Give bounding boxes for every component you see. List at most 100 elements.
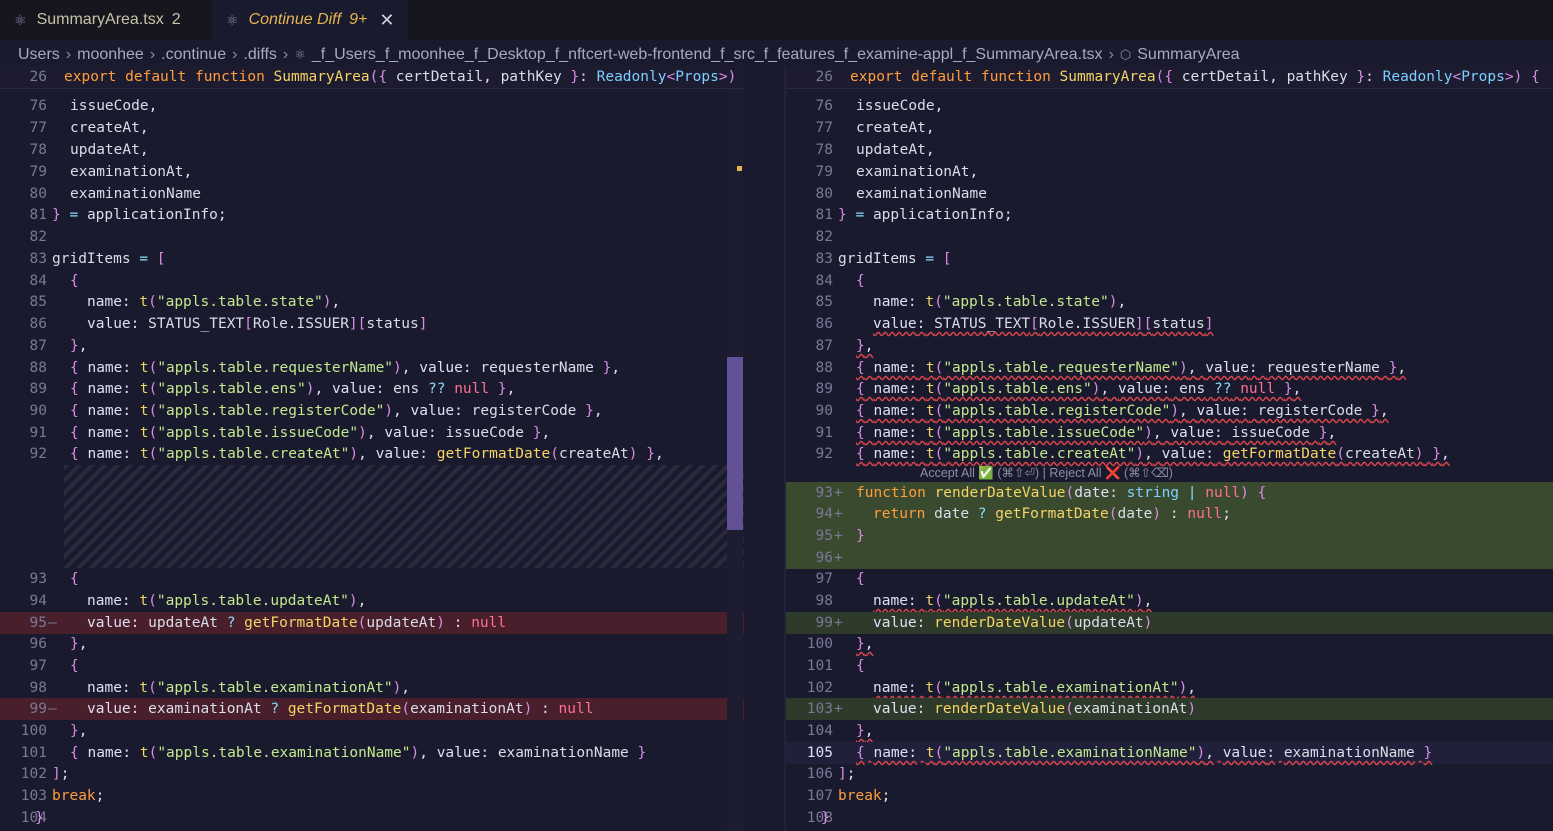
modified-code-line[interactable]: 94 + return date ? getFormatDate(date) : n… (786, 503, 1553, 525)
code-text: }, (856, 338, 874, 354)
problem-count-badge: 9+ (349, 11, 368, 28)
breadcrumb-item[interactable]: Users (18, 46, 60, 64)
original-code-line[interactable]: 101 { name: t("appls.table.examinationNam… (0, 742, 744, 764)
original-code-line[interactable]: 104} (0, 807, 744, 829)
scroll-slider[interactable] (727, 357, 743, 530)
code-text: }, (70, 338, 88, 354)
original-code-line[interactable]: 95— value: updateAt ? getFormatDate(updat… (0, 612, 744, 634)
modified-code-line[interactable]: 93 + function renderDateValue(date: string… (786, 482, 1553, 504)
reject-all-button[interactable]: Reject All ❌ (⌘⇧⌫) (1049, 466, 1173, 480)
original-code-line[interactable]: 80 examinationName (0, 183, 744, 205)
original-code-line[interactable]: 84 { (0, 270, 744, 292)
modified-code-line[interactable]: 84 { (786, 270, 1553, 292)
tab-continue-diff[interactable]: ⚛ Continue Diff 9+ ✕ (212, 0, 409, 40)
modified-code-line[interactable]: 97 { (786, 568, 1553, 590)
modified-code-line[interactable]: 86 value: STATUS_TEXT[Role.ISSUER][status… (786, 313, 1553, 335)
code-text: { (856, 273, 865, 289)
modified-code-line[interactable]: 90 { name: t("appls.table.registerCode"),… (786, 400, 1553, 422)
modified-code-line[interactable]: 80 examinationName (786, 183, 1553, 205)
original-code-line[interactable]: 96}, (0, 633, 744, 655)
modified-code-line[interactable]: 100}, (786, 633, 1553, 655)
line-number: 84 (29, 273, 47, 289)
modified-code-line[interactable]: 82 (786, 226, 1553, 248)
code-text: function renderDateValue(date: string | … (856, 485, 1267, 501)
sticky-scroll-line[interactable]: 26 export default function SummaryArea({ … (786, 66, 1553, 89)
code-text: gridItems = [ (838, 251, 952, 267)
overview-ruler[interactable] (727, 66, 743, 831)
modified-code-line[interactable]: 81} = applicationInfo; (786, 204, 1553, 226)
modified-code-line[interactable]: 102 name: t("appls.table.examinationAt"), (786, 677, 1553, 699)
original-editor[interactable]: 26 export default function SummaryArea({ … (0, 66, 744, 831)
modified-editor[interactable]: 26 export default function SummaryArea({ … (786, 66, 1553, 831)
modified-code-line[interactable]: 96 + (786, 547, 1553, 569)
breadcrumb-symbol[interactable]: SummaryArea (1137, 46, 1239, 64)
original-code-line[interactable]: 92 { name: t("appls.table.createAt"), val… (0, 443, 744, 465)
code-text: { name: t("appls.table.issueCode"), valu… (856, 425, 1337, 441)
tab-summary-area[interactable]: ⚛ SummaryArea.tsx 2 (0, 0, 212, 40)
modified-code-line[interactable]: 104}, (786, 720, 1553, 742)
modified-code-line[interactable]: 91 { name: t("appls.table.issueCode"), va… (786, 422, 1553, 444)
original-code-line[interactable]: 103 break; (0, 785, 744, 807)
original-code-line[interactable]: 99— value: examinationAt ? getFormatDate(… (0, 698, 744, 720)
modified-code-line[interactable]: 106]; (786, 763, 1553, 785)
original-code-line[interactable]: 88 { name: t("appls.table.requesterName")… (0, 357, 744, 379)
original-code-line[interactable]: 85 name: t("appls.table.state"), (0, 291, 744, 313)
modified-code-line[interactable]: 89 { name: t("appls.table.ens"), value: e… (786, 378, 1553, 400)
modified-code-line[interactable]: 95 +} (786, 525, 1553, 547)
original-code-line[interactable]: 93 { (0, 568, 744, 590)
original-code-line[interactable]: 83 gridItems = [ (0, 248, 744, 270)
line-number: 88 (29, 360, 47, 376)
line-number: 76 (29, 98, 47, 114)
close-icon[interactable]: ✕ (379, 10, 394, 31)
chevron-right-icon: › (232, 46, 238, 63)
modified-code-line[interactable]: 79 examinationAt, (786, 161, 1553, 183)
code-text: { (70, 571, 79, 587)
accept-all-button[interactable]: Accept All ✅ (⌘⇧⏎) (920, 466, 1039, 480)
breadcrumb-item[interactable]: moonhee (77, 46, 144, 64)
original-code-line[interactable]: 89 { name: t("appls.table.ens"), value: e… (0, 378, 744, 400)
original-code-line[interactable]: 78 updateAt, (0, 139, 744, 161)
modified-code-line[interactable]: 105 { name: t("appls.table.examinationNam… (786, 742, 1553, 764)
original-code-line[interactable]: 100}, (0, 720, 744, 742)
modified-code-line[interactable]: 92 { name: t("appls.table.createAt"), val… (786, 443, 1553, 465)
diff-placeholder-hatch (64, 465, 744, 568)
original-code-line[interactable]: 76 issueCode, (0, 95, 744, 117)
line-number: 80 (815, 186, 833, 202)
breadcrumb-file[interactable]: _f_Users_f_moonhee_f_Desktop_f_nftcert-w… (312, 46, 1103, 64)
modified-code-line[interactable]: 101 { (786, 655, 1553, 677)
modified-code-line[interactable]: 77 createAt, (786, 117, 1553, 139)
original-code-line[interactable]: 102]; (0, 763, 744, 785)
modified-code-line[interactable]: 83 gridItems = [ (786, 248, 1553, 270)
code-text: export default function SummaryArea({ ce… (850, 69, 1540, 85)
original-code-line[interactable]: 86 value: STATUS_TEXT[Role.ISSUER][status… (0, 313, 744, 335)
original-code-line[interactable]: 98 name: t("appls.table.examinationAt"), (0, 677, 744, 699)
modified-code-line[interactable]: 88 { name: t("appls.table.requesterName")… (786, 357, 1553, 379)
modified-code-line[interactable]: 107 break; (786, 785, 1553, 807)
code-text: examinationAt, (70, 164, 193, 180)
modified-code-line[interactable]: 99 + value: renderDateValue(updateAt) (786, 612, 1553, 634)
original-code-line[interactable]: 91 { name: t("appls.table.issueCode"), va… (0, 422, 744, 444)
original-code-line[interactable]: 82 (0, 226, 744, 248)
code-text: issueCode, (70, 98, 158, 114)
modified-code-line[interactable]: 87}, (786, 335, 1553, 357)
modified-code-line[interactable]: 98 name: t("appls.table.updateAt"), (786, 590, 1553, 612)
original-code-line[interactable]: 79 examinationAt, (0, 161, 744, 183)
modified-code-line[interactable]: 85 name: t("appls.table.state"), (786, 291, 1553, 313)
line-number: 95 (815, 528, 833, 544)
original-code-line[interactable]: 90 { name: t("appls.table.registerCode"),… (0, 400, 744, 422)
original-code-line[interactable]: 81} = applicationInfo; (0, 204, 744, 226)
code-text: issueCode, (856, 98, 944, 114)
original-code-line[interactable]: 97 { (0, 655, 744, 677)
breadcrumb-item[interactable]: .continue (161, 46, 226, 64)
modified-code-line[interactable]: 78 updateAt, (786, 139, 1553, 161)
original-code-line[interactable]: 87}, (0, 335, 744, 357)
original-code-line[interactable]: 94 name: t("appls.table.updateAt"), (0, 590, 744, 612)
sticky-scroll-line[interactable]: 26 export default function SummaryArea({ … (0, 66, 744, 89)
original-code-line[interactable]: 77 createAt, (0, 117, 744, 139)
breadcrumb-item[interactable]: .diffs (243, 46, 277, 64)
modified-code-line[interactable]: 103 + value: renderDateValue(examinationAt… (786, 698, 1553, 720)
line-number: 103 (20, 788, 47, 804)
modified-code-line[interactable]: 76 issueCode, (786, 95, 1553, 117)
line-number: 88 (815, 360, 833, 376)
modified-code-line[interactable]: 108} (786, 807, 1553, 829)
